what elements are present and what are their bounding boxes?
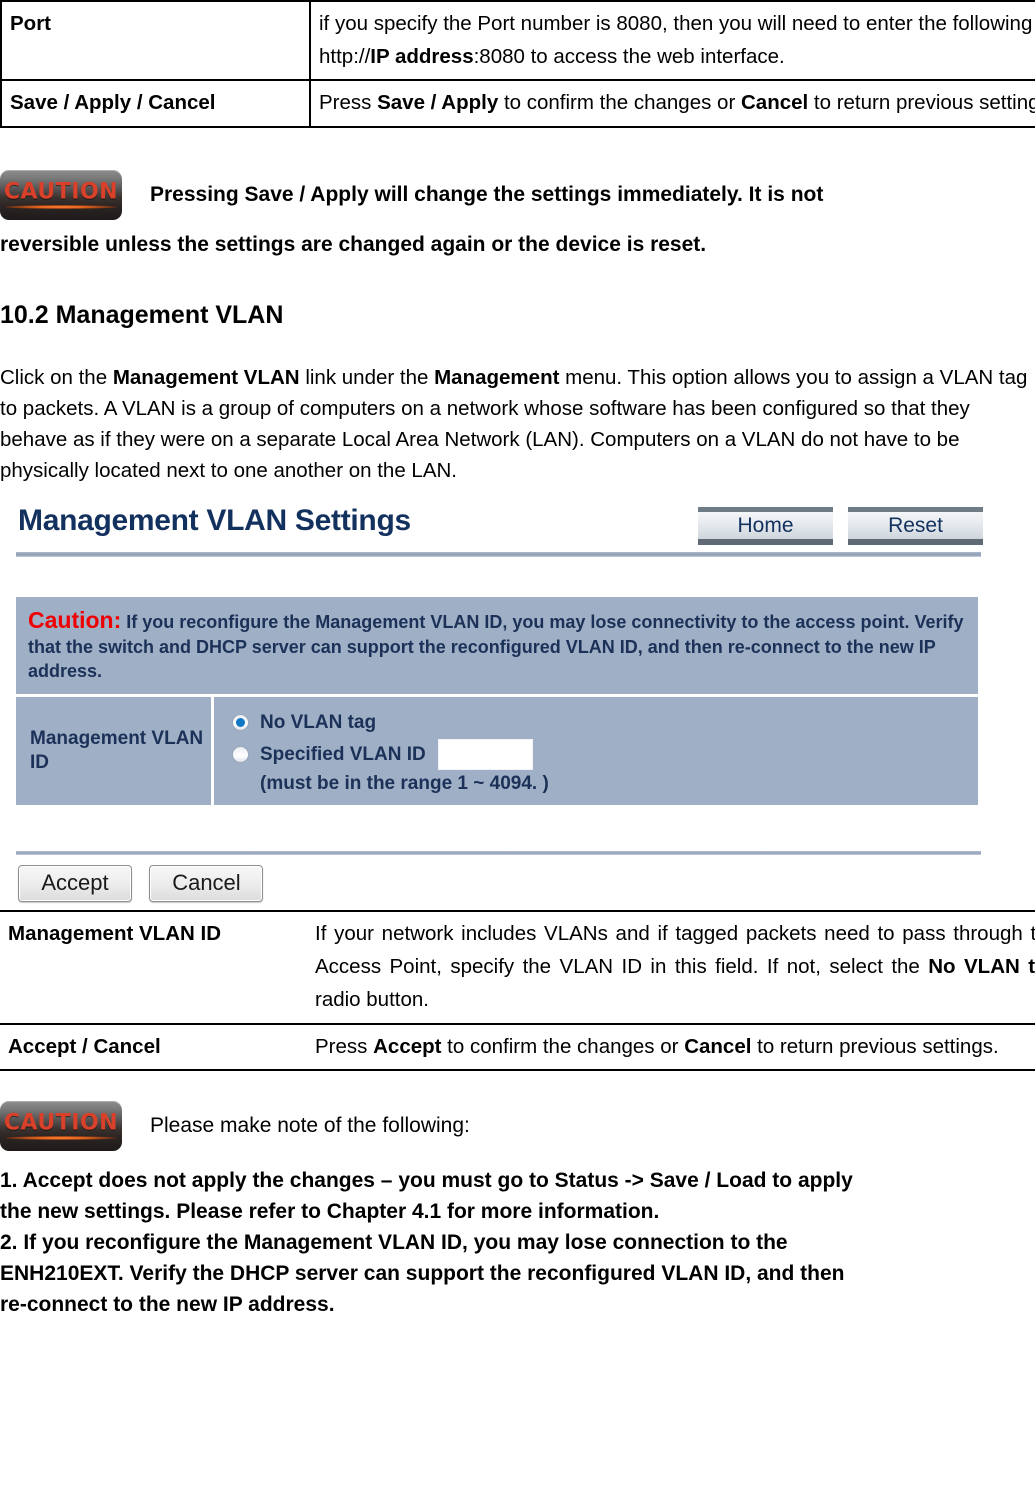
table-row: Accept / Cancel Press Accept to confirm … bbox=[0, 1022, 1035, 1071]
row-desc-accept-cancel: Press Accept to confirm the changes or C… bbox=[307, 1022, 1035, 1071]
option-no-vlan-tag[interactable]: No VLAN tag bbox=[232, 707, 978, 739]
caution-block-bottom: CAUTION Please make note of the followin… bbox=[0, 1100, 1035, 1320]
radio-no-vlan-tag-label: No VLAN tag bbox=[260, 711, 377, 733]
port-settings-table: Port if you specify the Port number is 8… bbox=[0, 0, 1035, 128]
section-paragraph: Click on the Management VLAN link under … bbox=[0, 365, 1028, 483]
row-label-management-vlan-id: Management VLAN ID bbox=[0, 909, 307, 1025]
table-row: Save / Apply / Cancel Press Save / Apply… bbox=[0, 79, 1035, 128]
vlan-id-label: Management VLAN ID bbox=[16, 696, 214, 805]
accept-button[interactable]: Accept bbox=[18, 864, 132, 902]
caution-icon: CAUTION bbox=[0, 1100, 122, 1151]
radio-no-vlan-tag[interactable] bbox=[232, 714, 249, 732]
vlan-range-note: (must be in the range 1 ~ 4094. ) bbox=[260, 772, 549, 794]
row-desc-port: if you specify the Port number is 8080, … bbox=[309, 0, 1035, 82]
row-desc-save-apply-cancel: Press Save / Apply to confirm the change… bbox=[309, 79, 1035, 128]
header-spacer bbox=[8, 557, 983, 597]
page-title: 10.2 Management VLAN bbox=[0, 300, 284, 329]
reset-button[interactable]: Reset bbox=[848, 507, 983, 546]
row-label-save-apply-cancel: Save / Apply / Cancel bbox=[0, 79, 311, 128]
panel-caution-notice: Caution: If you reconfigure the Manageme… bbox=[16, 597, 978, 694]
row-desc-management-vlan-id: If your network includes VLANs and if ta… bbox=[307, 909, 1035, 1025]
table-row: Port if you specify the Port number is 8… bbox=[0, 0, 1035, 82]
radio-specified-vlan-id[interactable] bbox=[232, 746, 249, 764]
caution-glow-decor bbox=[4, 1135, 118, 1140]
vlan-settings-panel: Caution: If you reconfigure the Manageme… bbox=[16, 597, 978, 805]
table-row: Management VLAN ID If your network inclu… bbox=[0, 909, 1035, 1025]
caution-note1-line2: the new settings. Please refer to Chapte… bbox=[0, 1199, 660, 1223]
caution-note2-line2: ENH210EXT. Verify the DHCP server can su… bbox=[0, 1262, 845, 1286]
radio-specified-vlan-id-label: Specified VLAN ID bbox=[260, 743, 426, 765]
table-body: Management VLAN ID If your network inclu… bbox=[0, 909, 1035, 1071]
vlan-id-input[interactable] bbox=[437, 739, 533, 771]
option-specified-vlan-id[interactable]: Specified VLAN ID bbox=[232, 739, 978, 771]
panel-caution-prefix: Caution: bbox=[28, 607, 122, 634]
ui-page-title: Management VLAN Settings bbox=[18, 504, 411, 538]
caution-top-line2: reversible unless the settings are chang… bbox=[0, 232, 707, 256]
caution-block-top: CAUTION Pressing Save / Apply will chang… bbox=[0, 169, 1035, 260]
vlan-id-row: Management VLAN ID No VLAN tag Specified… bbox=[16, 696, 978, 805]
caution-icon-label: CAUTION bbox=[3, 1110, 119, 1136]
ui-action-bar: Accept Cancel bbox=[8, 855, 983, 904]
vlan-settings-description-table: Management VLAN ID If your network inclu… bbox=[0, 909, 1035, 1071]
caution-icon-label: CAUTION bbox=[3, 179, 119, 205]
panel-caution-body: If you reconfigure the Management VLAN I… bbox=[28, 612, 964, 681]
vlan-id-controls: No VLAN tag Specified VLAN ID (must be i… bbox=[214, 697, 978, 805]
caution-note2-line1: 2. If you reconfigure the Management VLA… bbox=[0, 1230, 788, 1254]
cancel-button[interactable]: Cancel bbox=[149, 864, 264, 902]
router-web-ui-screenshot: Management VLAN Settings Home Reset Caut… bbox=[8, 500, 983, 904]
caution-icon: CAUTION bbox=[0, 169, 122, 220]
caution-glow-decor bbox=[4, 204, 118, 209]
home-button[interactable]: Home bbox=[698, 507, 833, 546]
caution-bottom-intro: Please make note of the following: bbox=[150, 1113, 470, 1137]
panel-bottom-spacer bbox=[8, 805, 983, 851]
caution-note2-line3: re-connect to the new IP address. bbox=[0, 1293, 335, 1317]
row-label-port: Port bbox=[0, 0, 311, 82]
caution-note1-line1: 1. Accept does not apply the changes – y… bbox=[0, 1168, 853, 1192]
row-label-accept-cancel: Accept / Cancel bbox=[0, 1022, 307, 1071]
caution-top-line1: Pressing Save / Apply will change the se… bbox=[150, 182, 824, 206]
table-body: Port if you specify the Port number is 8… bbox=[0, 0, 1035, 128]
ui-header: Management VLAN Settings Home Reset bbox=[8, 500, 983, 552]
